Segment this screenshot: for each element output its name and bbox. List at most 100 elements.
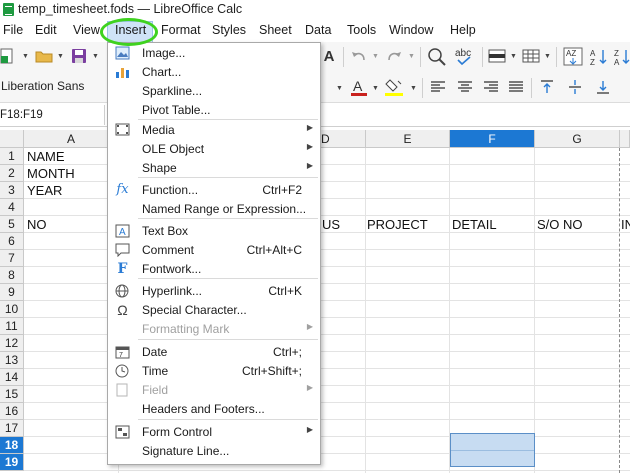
spelling-icon[interactable]: abc [454,46,476,66]
select-all-corner[interactable] [0,130,24,148]
row-header-11[interactable]: 11 [0,318,24,335]
menu-item-image[interactable]: Image... [108,43,320,62]
row-header-19[interactable]: 19 [0,454,24,471]
selected-range-f18-f19[interactable] [450,433,535,467]
cell-a2[interactable]: MONTH [27,166,75,181]
row-header-6[interactable]: 6 [0,233,24,250]
menu-styles[interactable]: Styles [212,23,246,37]
sort-descending-icon[interactable]: ZA [613,47,630,66]
font-name-box[interactable]: Liberation Sans [0,79,100,96]
chevron-down-icon[interactable]: ▼ [408,53,415,60]
menu-format[interactable]: Format [161,23,201,37]
highlight-color-icon[interactable] [384,77,404,97]
menu-item-headers-footers[interactable]: Headers and Footers... [108,399,320,418]
menu-item-signature-line[interactable]: Signature Line... [108,441,320,460]
cell-g5[interactable]: S/O NO [537,217,583,232]
undo-icon[interactable] [350,48,368,64]
menu-view[interactable]: View [73,23,100,37]
font-color-icon[interactable]: A [350,77,368,97]
sort-ascending-icon[interactable]: AZ [589,47,609,66]
clone-formatting-icon[interactable]: A [322,47,336,65]
chevron-down-icon[interactable]: ▼ [57,53,64,60]
row-header-7[interactable]: 7 [0,250,24,267]
row-header-13[interactable]: 13 [0,352,24,369]
column-header-f[interactable]: F [450,130,535,148]
row-header-15[interactable]: 15 [0,386,24,403]
menu-item-shape[interactable]: Shape ▶ [108,158,320,177]
row-header-3[interactable]: 3 [0,182,24,199]
menu-item-hyperlink[interactable]: Hyperlink... Ctrl+K [108,281,320,300]
chevron-down-icon[interactable]: ▼ [410,85,417,92]
column-header-e[interactable]: E [366,130,450,148]
align-right-icon[interactable] [483,80,499,94]
align-middle-icon[interactable] [568,79,582,95]
row-header-16[interactable]: 16 [0,403,24,420]
name-box[interactable]: F18:F19 [0,109,43,121]
justify-icon[interactable] [508,80,524,94]
chevron-down-icon[interactable]: ▼ [372,85,379,92]
cell-f5[interactable]: DETAIL [452,217,497,232]
row-header-8[interactable]: 8 [0,267,24,284]
menu-sheet[interactable]: Sheet [259,23,292,37]
column-header-g[interactable]: G [535,130,620,148]
menu-item-special-character[interactable]: Ω Special Character... [108,300,320,319]
menu-item-pivot-table[interactable]: Pivot Table... [108,100,320,119]
cell-a1[interactable]: NAME [27,149,65,164]
column-header-a[interactable]: A [24,130,119,148]
row-header-1[interactable]: 1 [0,148,24,165]
redo-icon[interactable] [385,48,403,64]
cell-d5[interactable]: US [322,217,340,232]
menu-item-chart[interactable]: Chart... [108,62,320,81]
chevron-down-icon[interactable]: ▼ [510,53,517,60]
sort-icon[interactable]: AZ [563,47,583,66]
row-header-2[interactable]: 2 [0,165,24,182]
cell-a5[interactable]: NO [27,217,47,232]
cell-e5[interactable]: PROJECT [367,217,428,232]
chevron-down-icon[interactable]: ▼ [92,53,99,60]
new-document-icon[interactable] [0,48,14,64]
menu-item-comment[interactable]: Comment Ctrl+Alt+C [108,240,320,259]
menu-window[interactable]: Window [389,23,433,37]
menu-file[interactable]: File [3,23,23,37]
find-replace-icon[interactable] [427,47,447,66]
menu-item-sparkline[interactable]: Sparkline... [108,81,320,100]
menu-item-named-range[interactable]: Named Range or Expression... [108,199,320,218]
column-header-h[interactable] [620,130,630,148]
menu-edit[interactable]: Edit [35,23,57,37]
row-icon[interactable] [488,48,506,64]
save-icon[interactable] [71,48,87,64]
align-top-icon[interactable] [540,79,554,95]
menu-item-form-control[interactable]: Form Control ▶ [108,422,320,441]
cell-a3[interactable]: YEAR [27,183,62,198]
cell-h5[interactable]: IN [621,217,630,232]
menu-item-fontwork[interactable]: F Fontwork... [108,259,320,278]
column-header-d[interactable]: D [319,130,366,148]
row-header-17[interactable]: 17 [0,420,24,437]
menu-item-ole-object[interactable]: OLE Object ▶ [108,139,320,158]
chevron-down-icon[interactable]: ▼ [372,53,379,60]
menu-item-function[interactable]: fx Function... Ctrl+F2 [108,180,320,199]
align-left-icon[interactable] [430,80,446,94]
menu-item-media[interactable]: Media ▶ [108,120,320,139]
menu-item-time[interactable]: Time Ctrl+Shift+; [108,361,320,380]
menu-tools[interactable]: Tools [347,23,376,37]
menu-item-text-box[interactable]: A Text Box [108,221,320,240]
row-header-4[interactable]: 4 [0,199,24,216]
row-header-9[interactable]: 9 [0,284,24,301]
row-header-18[interactable]: 18 [0,437,24,454]
chevron-down-icon[interactable]: ▼ [336,85,343,92]
menu-help[interactable]: Help [450,23,476,37]
align-bottom-icon[interactable] [596,79,610,95]
menu-insert[interactable]: Insert [115,23,146,37]
row-header-12[interactable]: 12 [0,335,24,352]
column-icon[interactable] [522,48,540,64]
chevron-down-icon[interactable]: ▼ [22,53,29,60]
align-center-icon[interactable] [457,80,473,94]
menu-item-date[interactable]: 7 Date Ctrl+; [108,342,320,361]
row-header-14[interactable]: 14 [0,369,24,386]
open-folder-icon[interactable] [35,49,53,63]
row-header-5[interactable]: 5 [0,216,24,233]
chevron-down-icon[interactable]: ▼ [544,53,551,60]
menu-data[interactable]: Data [305,23,331,37]
row-header-10[interactable]: 10 [0,301,24,318]
